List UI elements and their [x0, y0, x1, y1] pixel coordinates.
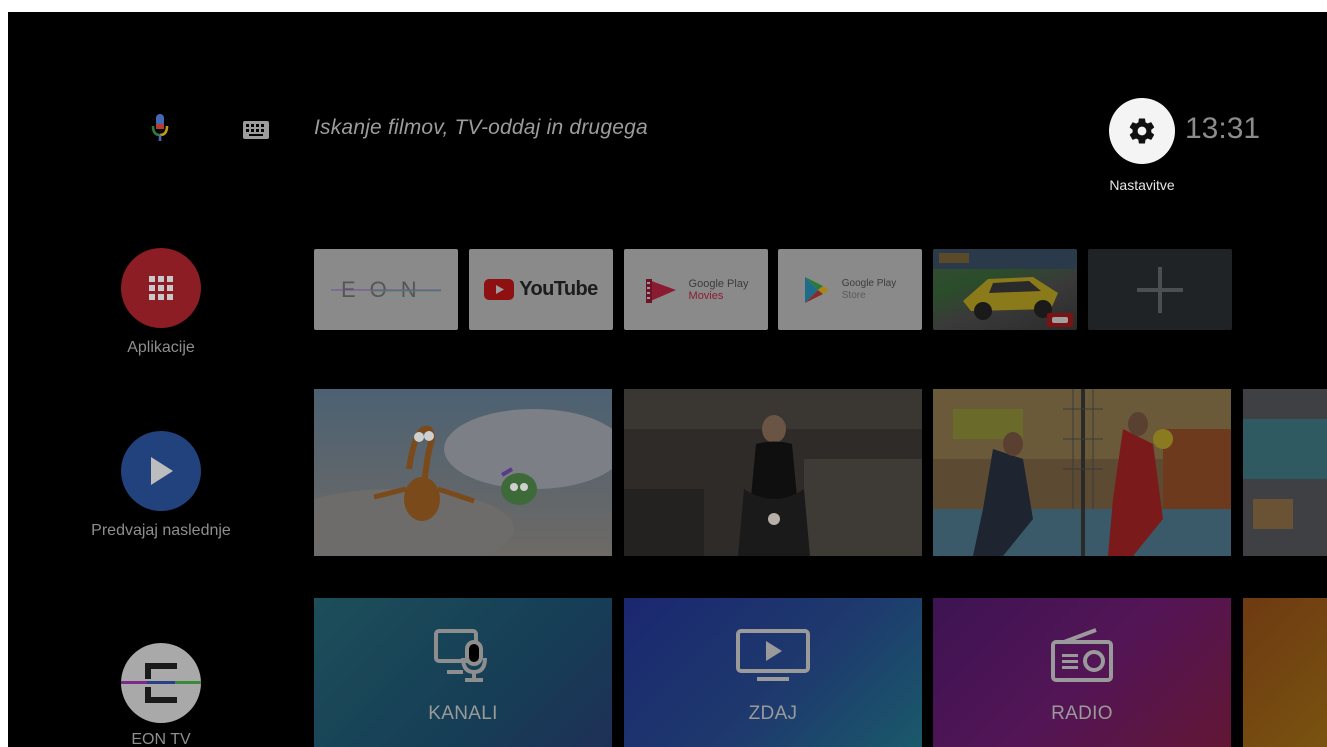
media-card-volleyball[interactable] [933, 389, 1231, 556]
apps-grid-icon [149, 276, 173, 300]
radio-icon [1051, 628, 1113, 682]
plus-icon [1137, 266, 1183, 313]
clock: 13:31 [1185, 112, 1261, 145]
category-card-kanali[interactable]: KANALI [314, 598, 612, 747]
keyboard-search-button[interactable] [240, 116, 272, 144]
rail-item-apps[interactable]: Aplikacije [61, 248, 261, 357]
race-car-thumbnail [933, 249, 1077, 327]
search-input[interactable]: Iskanje filmov, TV-oddaj in drugega [314, 116, 648, 140]
rail-label-apps: Aplikacije [127, 339, 195, 356]
play-movies-icon [645, 278, 676, 303]
play-movies-line1: Google Play [688, 277, 749, 290]
play-movies-line2: Movies [688, 289, 724, 302]
category-card-partial[interactable] [1243, 598, 1327, 747]
app-tile-eon[interactable]: EON [314, 249, 458, 330]
eon-logo-icon: EON [331, 277, 441, 302]
app-tile-google-play-store[interactable]: Google Play Store [778, 249, 922, 330]
settings-label: Nastavitve [1109, 177, 1175, 193]
volleyball-thumbnail [933, 389, 1231, 556]
play-store-logo: Google Play Store [804, 276, 896, 304]
rail-label-play-next: Predvajaj naslednje [91, 522, 231, 539]
rail-item-play-next[interactable]: Predvajaj naslednje [61, 431, 261, 540]
play-movies-logo: Google Play Movies [644, 275, 749, 305]
app-tile-asphalt-game[interactable] [933, 249, 1077, 330]
media-card-partial[interactable] [1243, 389, 1327, 556]
rail-label-eon-tv: EON TV [131, 731, 191, 747]
add-app-tile[interactable] [1088, 249, 1232, 330]
play-icon [151, 457, 173, 485]
youtube-logo: YouTube [484, 278, 598, 301]
play-store-line2: Store [841, 289, 866, 301]
media-card-drama[interactable] [624, 389, 922, 556]
drama-thumbnail [624, 389, 922, 556]
now-playing-icon [736, 629, 810, 681]
keyboard-icon [243, 121, 269, 139]
category-label-zdaj: ZDAJ [748, 703, 798, 724]
category-card-zdaj[interactable]: ZDAJ [624, 598, 922, 747]
media-card-cartoon[interactable] [314, 389, 612, 556]
category-card-radio[interactable]: RADIO [933, 598, 1231, 747]
channels-icon [434, 629, 487, 682]
category-label-kanali: KANALI [428, 703, 498, 724]
partial-thumbnail [1243, 389, 1327, 556]
cartoon-thumbnail [314, 389, 612, 556]
play-next-circle [121, 431, 201, 511]
android-tv-home-screen: Iskanje filmov, TV-oddaj in drugega Nast… [8, 12, 1327, 747]
youtube-wordmark: YouTube [519, 278, 598, 300]
play-store-line1: Google Play [841, 277, 897, 289]
rail-item-eon-tv[interactable]: EON TV [61, 643, 261, 747]
settings-button[interactable] [1109, 98, 1175, 164]
microphone-icon [151, 114, 169, 141]
app-tile-google-play-movies[interactable]: Google Play Movies [624, 249, 768, 330]
eon-tv-circle [121, 643, 201, 723]
youtube-play-icon [484, 279, 515, 300]
apps-circle [121, 248, 201, 328]
play-store-icon [804, 276, 829, 303]
gear-icon [1129, 118, 1155, 144]
voice-search-button[interactable] [143, 112, 177, 146]
eon-tv-icon [121, 663, 201, 703]
category-label-radio: RADIO [1051, 703, 1113, 724]
app-tile-youtube[interactable]: YouTube [469, 249, 613, 330]
